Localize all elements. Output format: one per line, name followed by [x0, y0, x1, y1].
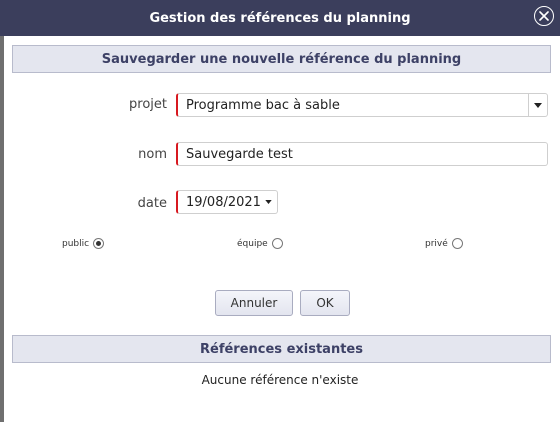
- nom-input-value: Sauvegarde test: [186, 146, 293, 162]
- dialog-title: Gestion des références du planning: [149, 10, 411, 26]
- existing-section-title: Références existantes: [200, 341, 363, 357]
- nom-input[interactable]: Sauvegarde test: [176, 142, 548, 166]
- radio-public-button[interactable]: [93, 238, 105, 249]
- radio-equipe-button[interactable]: [271, 238, 283, 249]
- radio-prive[interactable]: privé: [425, 238, 463, 249]
- nom-label: nom: [138, 147, 167, 162]
- projet-select[interactable]: Programme bac à sable: [176, 93, 548, 117]
- projet-dropdown-toggle[interactable]: [528, 94, 547, 116]
- empty-references-message: Aucune référence n'existe: [201, 373, 359, 387]
- left-edge-shadow: [0, 36, 4, 422]
- reference-dialog: Gestion des références du planning Sauve…: [0, 0, 560, 422]
- radio-equipe[interactable]: équipe: [237, 238, 283, 249]
- chevron-down-icon: [534, 102, 542, 108]
- radio-public[interactable]: public: [62, 238, 105, 249]
- date-picker[interactable]: 19/08/2021: [176, 190, 278, 214]
- cancel-button[interactable]: Annuler: [215, 290, 293, 316]
- date-label: date: [137, 196, 167, 211]
- close-icon: [539, 11, 549, 21]
- radio-prive-button[interactable]: [451, 238, 463, 249]
- close-button[interactable]: [534, 6, 554, 26]
- date-dropdown-toggle[interactable]: [259, 191, 277, 213]
- existing-section-header: Références existantes: [12, 335, 551, 363]
- save-section-title: Sauvegarder une nouvelle référence du pl…: [101, 51, 462, 67]
- dialog-titlebar: Gestion des références du planning: [0, 0, 560, 36]
- ok-button[interactable]: OK: [300, 290, 350, 316]
- projet-label: projet: [129, 97, 167, 112]
- radio-prive-label: privé: [425, 238, 448, 249]
- radio-equipe-label: équipe: [237, 238, 268, 249]
- chevron-down-icon: [264, 200, 272, 204]
- save-section-header: Sauvegarder une nouvelle référence du pl…: [12, 45, 551, 73]
- radio-public-label: public: [62, 238, 90, 249]
- projet-selected-value: Programme bac à sable: [186, 97, 340, 113]
- date-value: 19/08/2021: [186, 194, 261, 210]
